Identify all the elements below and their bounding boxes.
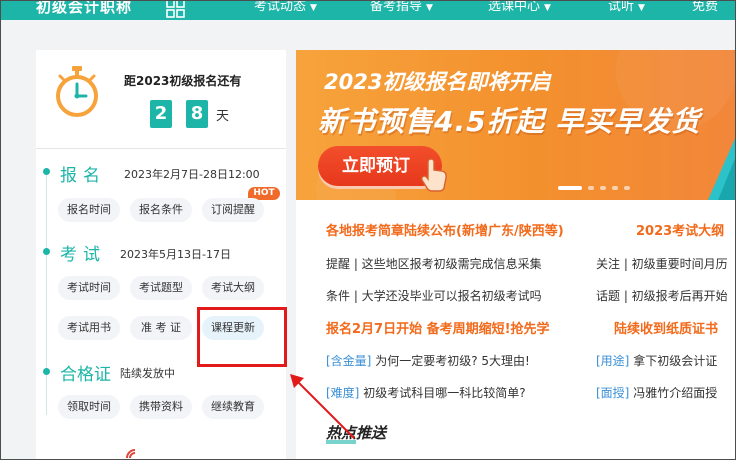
carousel-dot[interactable] [612, 186, 618, 190]
chevron-down-icon: ▼ [426, 3, 433, 13]
btn-registration-time[interactable]: 报名时间 [58, 198, 120, 222]
btn-continuing-education[interactable]: 继续教育 [202, 395, 264, 419]
news-link[interactable]: 提醒 | 这些地区报考初级需完成信息采集 [326, 255, 542, 272]
news-link[interactable]: 话题 | 初级报考后再开始 [596, 287, 728, 304]
countdown-digit: 2 [150, 100, 172, 128]
section-title-registration: 报名 [60, 166, 106, 186]
btn-subscribe-reminder[interactable]: 订阅提醒 [202, 198, 264, 222]
headline-link[interactable]: 陆续收到纸质证书 [614, 318, 718, 337]
main-content: 2023初级报名即将开启 新书预售4.5折起 早买早发货 立即预订 各地报考简章… [296, 50, 736, 460]
section-title-certificate: 合格证 [60, 365, 111, 385]
certificate-status: 陆续发放中 [120, 367, 175, 380]
carousel-dot[interactable] [558, 186, 582, 190]
chevron-down-icon: ▼ [638, 3, 645, 13]
banner-title: 新书预售4.5折起 早买早发货 [318, 105, 701, 138]
top-nav: 初级会计职称 考试动态 ▼ 备考指导 ▼ 选课中心 ▼ 试听 ▼ 免费 [0, 0, 736, 20]
chevron-down-icon: ▼ [544, 3, 551, 13]
signal-icon [126, 449, 136, 459]
btn-registration-conditions[interactable]: 报名条件 [130, 198, 192, 222]
stopwatch-icon [56, 66, 98, 117]
timeline-line [46, 170, 47, 415]
annotation-arrow [290, 374, 355, 439]
headline-link[interactable]: 报名2月7日开始 备考周期缩短!抢先学 [326, 318, 550, 337]
btn-exam-books[interactable]: 考试用书 [58, 316, 120, 340]
section-title-exam: 考试 [60, 245, 106, 265]
chevron-down-icon: ▼ [310, 3, 317, 13]
nav-free[interactable]: 免费 [692, 0, 718, 14]
registration-date: 2023年2月7日-28日12:00 [124, 168, 260, 181]
btn-exam-question-types[interactable]: 考试题型 [130, 276, 192, 300]
news-link[interactable]: 关注 | 初级重要时间月历 [596, 255, 728, 272]
pointing-hand-icon [421, 158, 447, 192]
nav-exam-news[interactable]: 考试动态 ▼ [254, 0, 317, 15]
headline-link[interactable]: 各地报考简章陆续公布(新增广东/陕西等) [326, 220, 564, 239]
timeline-dot [43, 248, 50, 255]
tagged-news-link[interactable]: [面授] 冯雅竹介绍面授 [596, 384, 717, 401]
nav-study-guide[interactable]: 备考指导 ▼ [370, 0, 433, 15]
exam-date: 2023年5月13日-17日 [120, 248, 231, 261]
countdown-title: 距2023初级报名还有 [124, 74, 242, 88]
countdown-digit: 8 [186, 100, 208, 128]
promo-banner[interactable]: 2023初级报名即将开启 新书预售4.5折起 早买早发货 立即预订 [296, 50, 736, 200]
banner-subtitle: 2023初级报名即将开启 [324, 70, 551, 94]
btn-required-documents[interactable]: 携带资料 [130, 395, 192, 419]
carousel-dot[interactable] [588, 186, 594, 190]
nav-trial[interactable]: 试听 ▼ [608, 0, 645, 15]
news-tag: [面授] [596, 386, 630, 400]
news-tag: [用途] [596, 354, 630, 368]
nav-course-center[interactable]: 选课中心 ▼ [488, 0, 551, 15]
btn-collection-time[interactable]: 领取时间 [58, 395, 120, 419]
carousel-dot[interactable] [600, 186, 606, 190]
carousel-dot[interactable] [624, 186, 630, 190]
timeline-dot [43, 168, 50, 175]
grid-menu-icon[interactable] [166, 0, 186, 18]
btn-exam-time[interactable]: 考试时间 [58, 276, 120, 300]
timeline-dot [43, 368, 50, 375]
btn-exam-syllabus[interactable]: 考试大纲 [202, 276, 264, 300]
exam-schedule-sidebar: 距2023初级报名还有 2 8 天 报名 2023年2月7日-28日12:00 … [36, 50, 286, 460]
news-link[interactable]: 条件 | 大学还没毕业可以报名初级考试吗 [326, 287, 542, 304]
headline-link[interactable]: 2023考试大纲 [636, 220, 724, 239]
tagged-news-link[interactable]: [用途] 拿下初级会计证 [596, 352, 717, 369]
divider [36, 148, 286, 149]
banner-decoration [708, 136, 736, 200]
btn-admission-ticket[interactable]: 准 考 证 [130, 316, 192, 340]
site-logo[interactable]: 初级会计职称 [36, 0, 132, 17]
countdown-unit: 天 [216, 109, 230, 124]
highlight-box [197, 307, 287, 367]
